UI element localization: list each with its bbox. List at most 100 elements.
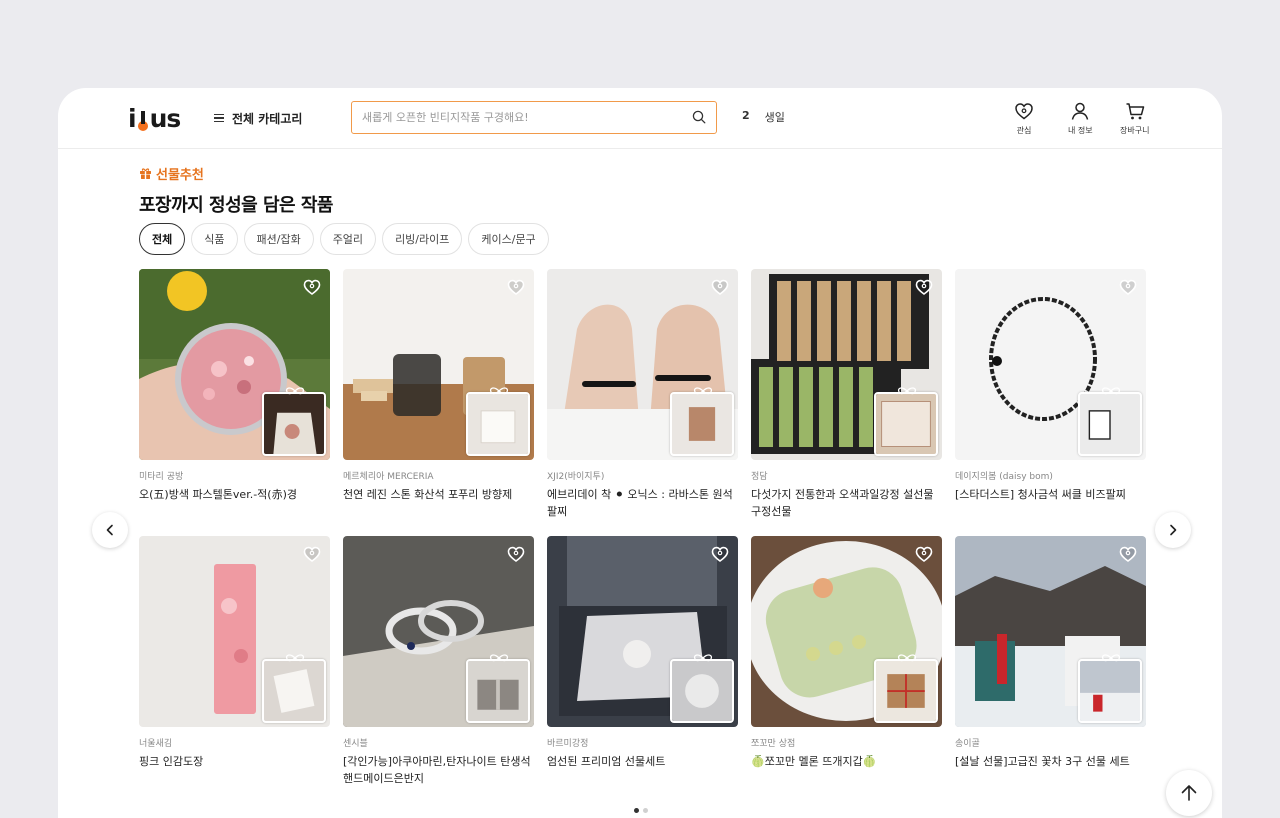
product-image (139, 269, 330, 460)
product-seller: 정담 (751, 472, 768, 481)
product-card[interactable]: 송이골 [설날 선물]고급진 꽃차 3구 선물 세트 (955, 536, 1146, 803)
category-label: 전체 카테고리 (232, 111, 303, 126)
gift-wrap-thumbnail (1078, 392, 1142, 456)
product-name[interactable]: [각인가능]아쿠아마린,탄자나이트 탄생석 핸드메이드은반지 (343, 753, 534, 787)
gift-wrap-thumbnail (670, 659, 734, 723)
idus-logo[interactable]: i us (128, 103, 181, 133)
product-name[interactable]: 다섯가지 전통한과 오색과일강정 설선물 구정선물 (751, 486, 942, 520)
section-eyebrow: 선물추천 (139, 164, 333, 183)
ribbon-icon (693, 387, 713, 395)
trending-rank: 2 (742, 109, 750, 122)
nav-cart-label: 장바구니 (1120, 126, 1150, 135)
product-image (955, 536, 1146, 727)
pagination-dot-active[interactable] (634, 808, 639, 813)
product-card[interactable]: 너울새김 핑크 인감도장 (139, 536, 330, 803)
product-seller: 쪼꼬만 상점 (751, 739, 796, 748)
product-name[interactable]: 엄선된 프리미엄 선물세트 (547, 753, 738, 787)
product-name[interactable]: [스타더스트] 청사금석 써클 비즈팔찌 (955, 486, 1146, 520)
heart-icon[interactable] (914, 544, 934, 564)
product-card[interactable]: 바르미강정 엄선된 프리미엄 선물세트 (547, 536, 738, 803)
chip-case-stationery[interactable]: 케이스/문구 (468, 223, 549, 255)
gift-wrap-thumbnail (466, 392, 530, 456)
ribbon-icon (897, 387, 917, 395)
gift-wrap-thumbnail (874, 392, 938, 456)
ribbon-icon (489, 387, 509, 395)
ribbon-icon (285, 387, 305, 395)
product-image (751, 536, 942, 727)
nav-favorites-label: 관심 (1016, 126, 1032, 135)
gift-wrap-thumbnail (466, 659, 530, 723)
trending-keyword[interactable]: 2 생일 (742, 109, 785, 125)
product-name[interactable]: 천연 레진 스톤 화산석 포푸리 방향제 (343, 486, 534, 520)
gift-wrap-thumbnail (262, 392, 326, 456)
product-image (751, 269, 942, 460)
product-card[interactable]: 데이지의봄 (daisy bom) [스타더스트] 청사금석 써클 비즈팔찌 (955, 269, 1146, 536)
product-seller: 너울새김 (139, 739, 173, 748)
product-name[interactable]: 핑크 인감도장 (139, 753, 330, 787)
product-card[interactable]: 센시블 [각인가능]아쿠아마린,탄자나이트 탄생석 핸드메이드은반지 (343, 536, 534, 803)
product-name[interactable]: 🍈쪼꼬만 멜론 뜨개지갑🍈 (751, 753, 942, 787)
product-image (343, 269, 534, 460)
gift-wrap-thumbnail (670, 392, 734, 456)
product-seller: 송이골 (955, 739, 980, 748)
heart-icon[interactable] (710, 544, 730, 564)
product-seller: 센시블 (343, 739, 368, 748)
search-box (351, 101, 717, 134)
heart-icon[interactable] (1118, 277, 1138, 297)
chip-jewelry[interactable]: 주얼리 (319, 223, 377, 255)
scroll-to-top-button[interactable] (1166, 770, 1212, 816)
nav-my-info[interactable]: 내 정보 (1068, 100, 1093, 136)
ribbon-icon (1101, 654, 1121, 662)
gift-wrap-thumbnail (262, 659, 326, 723)
carousel-prev-button[interactable] (92, 512, 128, 548)
product-image (139, 536, 330, 727)
product-name[interactable]: 오(五)방색 파스텔톤ver.-적(赤)경 (139, 486, 330, 520)
heart-icon[interactable] (506, 277, 526, 297)
arrow-up-icon (1181, 785, 1197, 801)
chip-all[interactable]: 전체 (139, 223, 186, 255)
category-chips: 전체 식품 패션/잡화 주얼리 리빙/라이프 케이스/문구 (139, 223, 549, 255)
heart-icon[interactable] (302, 544, 322, 564)
product-seller: 메르체리아 MERCERIA (343, 472, 434, 481)
product-name[interactable]: [설날 선물]고급진 꽃차 3구 선물 세트 (955, 753, 1146, 787)
search-input[interactable] (362, 108, 682, 127)
product-card[interactable]: XJI2(바이지투) 에브리데이 착 ⚫ 오닉스 : 라바스톤 원석 팔찌 (547, 269, 738, 536)
heart-icon[interactable] (1118, 544, 1138, 564)
product-image (547, 269, 738, 460)
chevron-left-icon (106, 524, 113, 536)
product-grid: 미타리 공방 오(五)방색 파스텔톤ver.-적(赤)경 메르체리아 MERCE… (139, 269, 1146, 803)
chip-food[interactable]: 식품 (191, 223, 238, 255)
heart-icon (1015, 103, 1033, 120)
page-frame: ius 전체 카테고리 2 생일 관심 (58, 88, 1222, 818)
chip-fashion[interactable]: 패션/잡화 (243, 223, 314, 255)
heart-icon[interactable] (914, 277, 934, 297)
product-card[interactable]: 메르체리아 MERCERIA 천연 레진 스톤 화산석 포푸리 방향제 (343, 269, 534, 536)
all-category-button[interactable]: 전체 카테고리 (214, 108, 302, 128)
carousel-pagination (634, 808, 648, 813)
nav-cart[interactable]: 장바구니 (1120, 100, 1149, 136)
carousel-next-button[interactable] (1155, 512, 1191, 548)
product-card[interactable]: 정담 다섯가지 전통한과 오색과일강정 설선물 구정선물 (751, 269, 942, 536)
product-card[interactable]: 쪼꼬만 상점 🍈쪼꼬만 멜론 뜨개지갑🍈 (751, 536, 942, 803)
pagination-dot[interactable] (643, 808, 648, 813)
product-name[interactable]: 에브리데이 착 ⚫ 오닉스 : 라바스톤 원석 팔찌 (547, 486, 738, 520)
product-seller: 바르미강정 (547, 739, 589, 748)
product-seller: 미타리 공방 (139, 472, 184, 481)
menu-icon (214, 114, 224, 122)
product-image (547, 536, 738, 727)
heart-icon[interactable] (710, 277, 730, 297)
chip-living[interactable]: 리빙/라이프 (382, 223, 463, 255)
nav-favorites[interactable]: 관심 (1013, 100, 1035, 136)
section-eyebrow-text: 선물추천 (156, 167, 204, 183)
heart-icon[interactable] (302, 277, 322, 297)
product-image (343, 536, 534, 727)
gift-icon (140, 167, 151, 179)
heart-icon[interactable] (506, 544, 526, 564)
chevron-right-icon (1170, 524, 1177, 536)
ribbon-icon (1101, 387, 1121, 395)
ribbon-icon (693, 654, 713, 662)
cart-icon (1126, 103, 1144, 120)
trending-keyword-text: 생일 (764, 111, 785, 124)
search-icon[interactable] (692, 110, 706, 124)
product-card[interactable]: 미타리 공방 오(五)방색 파스텔톤ver.-적(赤)경 (139, 269, 330, 536)
